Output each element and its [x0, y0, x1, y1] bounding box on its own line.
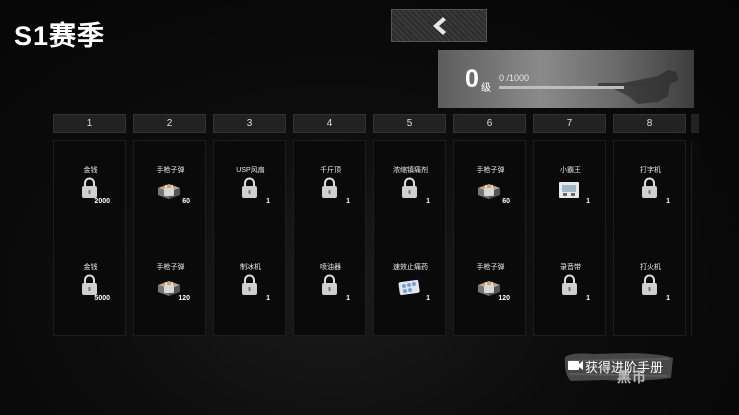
- xp-counter: 0 /1000: [499, 73, 530, 83]
- reward-item-quantity: 1: [266, 198, 270, 205]
- level-unit: 级: [481, 83, 491, 94]
- reward-item-name: 打字机: [640, 167, 661, 174]
- reward-item-name: 手枪子弹: [476, 167, 505, 174]
- reward-column: USP风扇 1 制冰机 1: [213, 140, 286, 336]
- column-header: 3: [213, 114, 286, 133]
- reward-item-name: 速效止痛药: [393, 264, 428, 271]
- reward-item-name: 手枪子弹: [156, 167, 185, 174]
- reward-column: 千斤顶 1 喷油器 1: [293, 140, 366, 336]
- lock-icon: [82, 177, 97, 198]
- get-advanced-manual-button[interactable]: 获得进阶手册 黑币: [563, 351, 675, 385]
- reward-item-quantity: 1: [586, 295, 590, 302]
- reward-item[interactable]: 手枪子弹 60: [134, 165, 207, 225]
- reward-item-name: 手枪子弹: [476, 264, 505, 271]
- reward-item-quantity: 1: [586, 198, 590, 205]
- lock-icon: [242, 177, 257, 198]
- column-header: 7: [533, 114, 606, 133]
- reward-column: 手枪子弹 60 手枪子弹 120: [453, 140, 526, 336]
- reward-item-name: 千斤顶: [320, 167, 341, 174]
- ammo-box-icon: [478, 281, 500, 296]
- lock-icon: [322, 177, 337, 198]
- ammo-box-icon: [158, 184, 180, 199]
- reward-item[interactable]: 速效止痛药 1: [374, 262, 447, 322]
- currency-label: 黑币: [617, 369, 647, 385]
- camera-icon: [568, 361, 583, 370]
- reward-item-quantity: 2000: [94, 198, 110, 205]
- xp-progress-bar: [499, 86, 624, 89]
- back-button[interactable]: [391, 9, 487, 42]
- column-header: 1: [53, 114, 126, 133]
- reward-item[interactable]: 金钱 2000: [54, 165, 127, 225]
- reward-item-quantity: 1: [346, 198, 350, 205]
- reward-item[interactable]: USP风扇 1: [214, 165, 287, 225]
- reward-item[interactable]: 打字机 1: [614, 165, 687, 225]
- lock-icon: [642, 177, 657, 198]
- pill-pack-icon: [398, 279, 420, 296]
- reward-item-quantity: 1: [346, 295, 350, 302]
- reward-item-name: 手枪子弹: [156, 264, 185, 271]
- lock-icon: [242, 274, 257, 295]
- reward-item[interactable]: 金钱 5000: [54, 262, 127, 322]
- reward-item[interactable]: 手枪子弹 120: [134, 262, 207, 322]
- reward-item-name: 浓缩镇痛剂: [393, 167, 428, 174]
- reward-item-name: 喷油器: [320, 264, 341, 271]
- reward-item[interactable]: 千斤顶 1: [294, 165, 367, 225]
- reward-item[interactable]: 小霸王 1: [534, 165, 607, 225]
- reward-item-quantity: 60: [502, 198, 510, 205]
- reward-item[interactable]: 浓缩镇痛剂 1: [374, 165, 447, 225]
- reward-column-partial: [691, 114, 700, 336]
- column-header: 5: [373, 114, 446, 133]
- reward-item-name: 金钱: [83, 167, 98, 174]
- reward-item-quantity: 1: [666, 198, 670, 205]
- lock-icon: [562, 274, 577, 295]
- season-title: S1赛季: [14, 21, 106, 51]
- soldier-silhouette-icon: [598, 70, 678, 104]
- reward-column: 手枪子弹 60 手枪子弹 120: [133, 140, 206, 336]
- reward-item-quantity: 120: [498, 295, 510, 302]
- reward-item[interactable]: 手枪子弹 60: [454, 165, 527, 225]
- lock-icon: [82, 274, 97, 295]
- ammo-box-icon: [478, 184, 500, 199]
- ammo-box-icon: [158, 281, 180, 296]
- lock-icon: [642, 274, 657, 295]
- reward-item-quantity: 1: [426, 198, 430, 205]
- lock-icon: [322, 274, 337, 295]
- reward-item-quantity: 1: [666, 295, 670, 302]
- reward-item[interactable]: 喷油器 1: [294, 262, 367, 322]
- reward-item-quantity: 120: [178, 295, 190, 302]
- column-header: 8: [613, 114, 686, 133]
- console-icon: [559, 182, 579, 198]
- column-header: 4: [293, 114, 366, 133]
- lock-icon: [402, 177, 417, 198]
- reward-item-quantity: 5000: [94, 295, 110, 302]
- reward-column: 打字机 1 打火机 1: [613, 140, 686, 336]
- reward-item[interactable]: 打火机 1: [614, 262, 687, 322]
- reward-item-name: 打火机: [640, 264, 661, 271]
- chevron-left-icon: [433, 16, 446, 35]
- reward-item-quantity: 1: [426, 295, 430, 302]
- reward-item-name: 小霸王: [560, 167, 581, 174]
- level-value: 0: [465, 65, 479, 93]
- reward-item-name: USP风扇: [236, 167, 265, 174]
- reward-item[interactable]: 手枪子弹 120: [454, 262, 527, 322]
- reward-column: 小霸王 1 录音带 1: [533, 140, 606, 336]
- reward-item-name: 金钱: [83, 264, 98, 271]
- reward-column: 浓缩镇痛剂 1 速效止痛药 1: [373, 140, 446, 336]
- reward-item[interactable]: 录音带 1: [534, 262, 607, 322]
- column-header: 6: [453, 114, 526, 133]
- reward-item-quantity: 1: [266, 295, 270, 302]
- reward-item-name: 制冰机: [240, 264, 261, 271]
- reward-column: 金钱 2000 金钱 5000: [53, 140, 126, 336]
- reward-item-quantity: 60: [182, 198, 190, 205]
- reward-item[interactable]: 制冰机 1: [214, 262, 287, 322]
- season-level-panel: 0 级 0 /1000: [438, 50, 694, 108]
- column-header: 2: [133, 114, 206, 133]
- reward-grid: 1 金钱 2000 金钱 5000 2 手枪子弹 60 手枪子弹 120 3 USP风扇 1 制冰机 1 4 千…: [53, 114, 699, 336]
- reward-item-name: 录音带: [560, 264, 581, 271]
